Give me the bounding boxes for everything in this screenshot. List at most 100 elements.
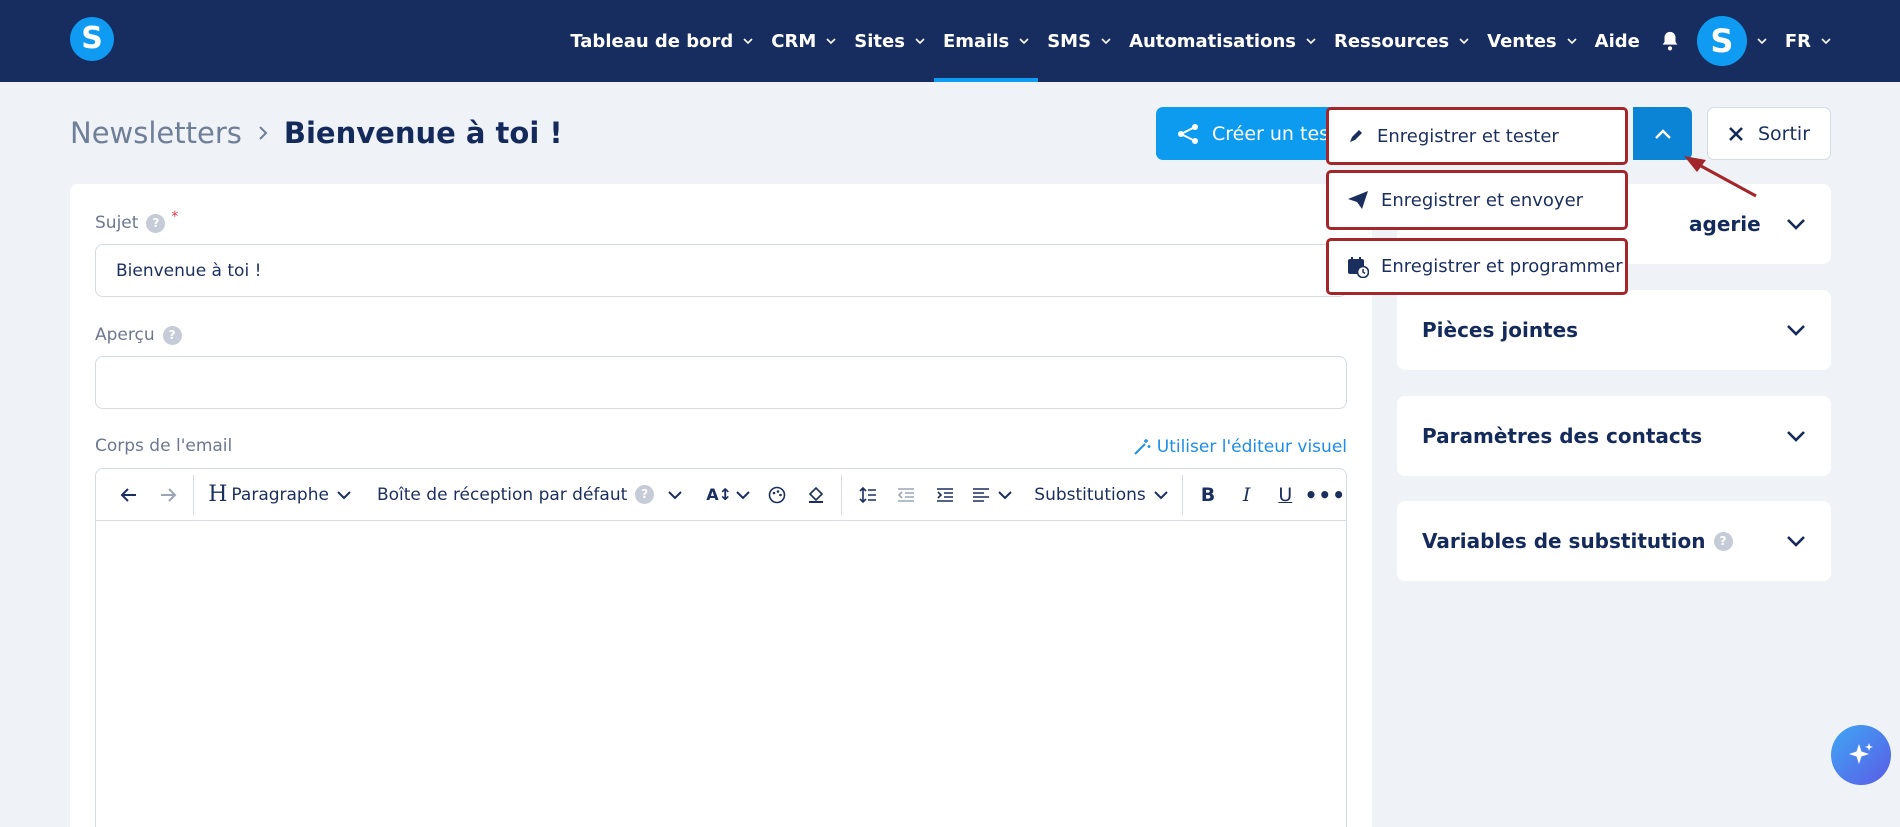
chevron-down-icon (915, 38, 925, 45)
menu-item-save-and-schedule[interactable]: Enregistrer et programmer (1326, 238, 1628, 295)
chevron-down-icon (1306, 38, 1316, 45)
highlight-color-button[interactable] (797, 469, 836, 521)
chevron-down-icon (1154, 490, 1168, 499)
inbox-dropdown[interactable]: Boîte de réception par défaut ? (369, 469, 690, 521)
exit-button[interactable]: Sortir (1707, 107, 1831, 160)
bold-button[interactable]: B (1189, 469, 1228, 521)
nav-item-aide[interactable]: Aide (1586, 0, 1649, 82)
notification-bell-icon[interactable] (1657, 0, 1683, 82)
pen-icon (1350, 130, 1362, 142)
body-label: Corps de l'email (95, 436, 232, 456)
panel-variables-substitution[interactable]: Variables de substitution ? (1397, 501, 1831, 581)
alignment-dropdown[interactable] (964, 469, 1020, 521)
chevron-down-icon (1101, 38, 1111, 45)
nav-label: Ventes (1487, 30, 1557, 52)
body-label-text: Corps de l'email (95, 436, 233, 456)
nav-label: Aide (1594, 30, 1640, 52)
visual-editor-link[interactable]: Utiliser l'éditeur visuel (1133, 437, 1347, 457)
nav-label: Sites (854, 30, 905, 52)
text-color-button[interactable] (758, 469, 797, 521)
inbox-label: Boîte de réception par défaut (376, 484, 628, 505)
nav-label: Emails (942, 30, 1010, 52)
menu-item-save-and-send[interactable]: Enregistrer et envoyer (1326, 170, 1628, 230)
required-marker: * (171, 209, 179, 225)
indent-button[interactable] (926, 469, 965, 521)
heading-icon: H (208, 482, 228, 507)
nav-item-sms[interactable]: SMS (1038, 0, 1120, 82)
italic-icon: I (1242, 483, 1251, 506)
chevron-down-icon (1459, 38, 1469, 45)
outdent-button[interactable] (887, 469, 926, 521)
menu-item-label: Enregistrer et envoyer (1381, 189, 1584, 211)
chevron-down-icon (1019, 38, 1029, 45)
panel-pieces-jointes[interactable]: Pièces jointes (1397, 290, 1831, 370)
account-menu[interactable]: S (1696, 0, 1776, 82)
save-options-toggle-button[interactable] (1633, 107, 1692, 160)
panel-parametres-contacts[interactable]: Paramètres des contacts (1397, 396, 1831, 476)
top-navigation-bar: S Tableau de bord CRM Sites Emails SMS A… (0, 0, 1900, 82)
undo-button[interactable] (110, 469, 149, 521)
font-size-dropdown[interactable]: A↕ (698, 469, 758, 521)
subject-label: Sujet ? * (95, 209, 178, 233)
panel-title: Variables de substitution (1422, 529, 1706, 553)
chevron-down-icon (743, 38, 753, 45)
nav-item-sites[interactable]: Sites (845, 0, 934, 82)
paint-bucket-icon (808, 486, 824, 503)
underline-button[interactable]: U (1266, 469, 1305, 521)
subject-input[interactable]: Bienvenue à toi ! (95, 244, 1347, 297)
help-icon[interactable]: ? (635, 485, 655, 504)
email-editor-card: Sujet ? * Bienvenue à toi ! Aperçu ? Cor… (70, 184, 1372, 827)
ellipsis-icon: ••• (1304, 482, 1346, 507)
chevron-down-icon (1787, 431, 1805, 442)
ai-assistant-button[interactable] (1831, 725, 1891, 785)
more-options-button[interactable]: ••• (1305, 469, 1346, 521)
arrow-left-icon (120, 487, 137, 502)
italic-button[interactable]: I (1227, 469, 1266, 521)
redo-button[interactable] (149, 469, 188, 521)
language-selector[interactable]: FR (1776, 0, 1840, 82)
paper-plane-icon (1348, 191, 1368, 209)
nav-item-ventes[interactable]: Ventes (1478, 0, 1586, 82)
panel-title: agerie (1689, 212, 1761, 236)
chevron-down-icon (1821, 38, 1831, 45)
toolbar-divider (1181, 474, 1183, 515)
align-left-icon (973, 487, 990, 502)
rich-text-editor[interactable]: H Paragraphe Boîte de réception par défa… (95, 468, 1347, 827)
chevron-down-icon (998, 490, 1012, 499)
share-nodes-icon (1178, 123, 1198, 144)
breadcrumb-parent-link[interactable]: Newsletters (70, 116, 242, 150)
help-icon[interactable]: ? (146, 213, 166, 233)
line-height-icon (859, 486, 876, 503)
editor-toolbar: H Paragraphe Boîte de réception par défa… (96, 469, 1346, 521)
chevron-down-icon (1787, 325, 1805, 336)
editor-content-area[interactable] (96, 521, 1346, 827)
create-test-label: Créer un test (1212, 122, 1337, 145)
substitutions-label: Substitutions (1034, 484, 1146, 505)
help-icon[interactable]: ? (1713, 531, 1733, 551)
app-logo[interactable]: S (70, 17, 114, 61)
nav-item-automatisations[interactable]: Automatisations (1120, 0, 1325, 82)
sparkles-icon (1849, 743, 1873, 764)
help-icon[interactable]: ? (162, 325, 182, 345)
menu-item-label: Enregistrer et tester (1377, 125, 1559, 147)
palette-icon (769, 486, 786, 503)
nav-item-ressources[interactable]: Ressources (1325, 0, 1478, 82)
main-nav: Tableau de bord CRM Sites Emails SMS Aut… (561, 0, 1840, 82)
line-height-button[interactable] (848, 469, 887, 521)
paragraph-style-dropdown[interactable]: H Paragraphe (200, 469, 359, 521)
substitutions-dropdown[interactable]: Substitutions (1026, 469, 1175, 521)
breadcrumb: Newsletters Bienvenue à toi ! (70, 116, 563, 150)
magic-wand-icon (1134, 439, 1151, 455)
nav-item-crm[interactable]: CRM (762, 0, 845, 82)
nav-item-tableau-de-bord[interactable]: Tableau de bord (561, 0, 762, 82)
panel-title: Paramètres des contacts (1422, 424, 1703, 448)
paragraph-style-label: Paragraphe (231, 484, 329, 505)
chevron-right-icon (259, 126, 268, 140)
chevron-down-icon (736, 490, 750, 499)
preview-input[interactable] (95, 356, 1347, 409)
chevron-down-icon (668, 490, 682, 499)
nav-item-emails[interactable]: Emails (933, 0, 1039, 82)
menu-item-save-and-test[interactable]: Enregistrer et tester (1326, 107, 1628, 165)
close-icon (1729, 126, 1743, 141)
bold-icon: B (1200, 483, 1216, 506)
